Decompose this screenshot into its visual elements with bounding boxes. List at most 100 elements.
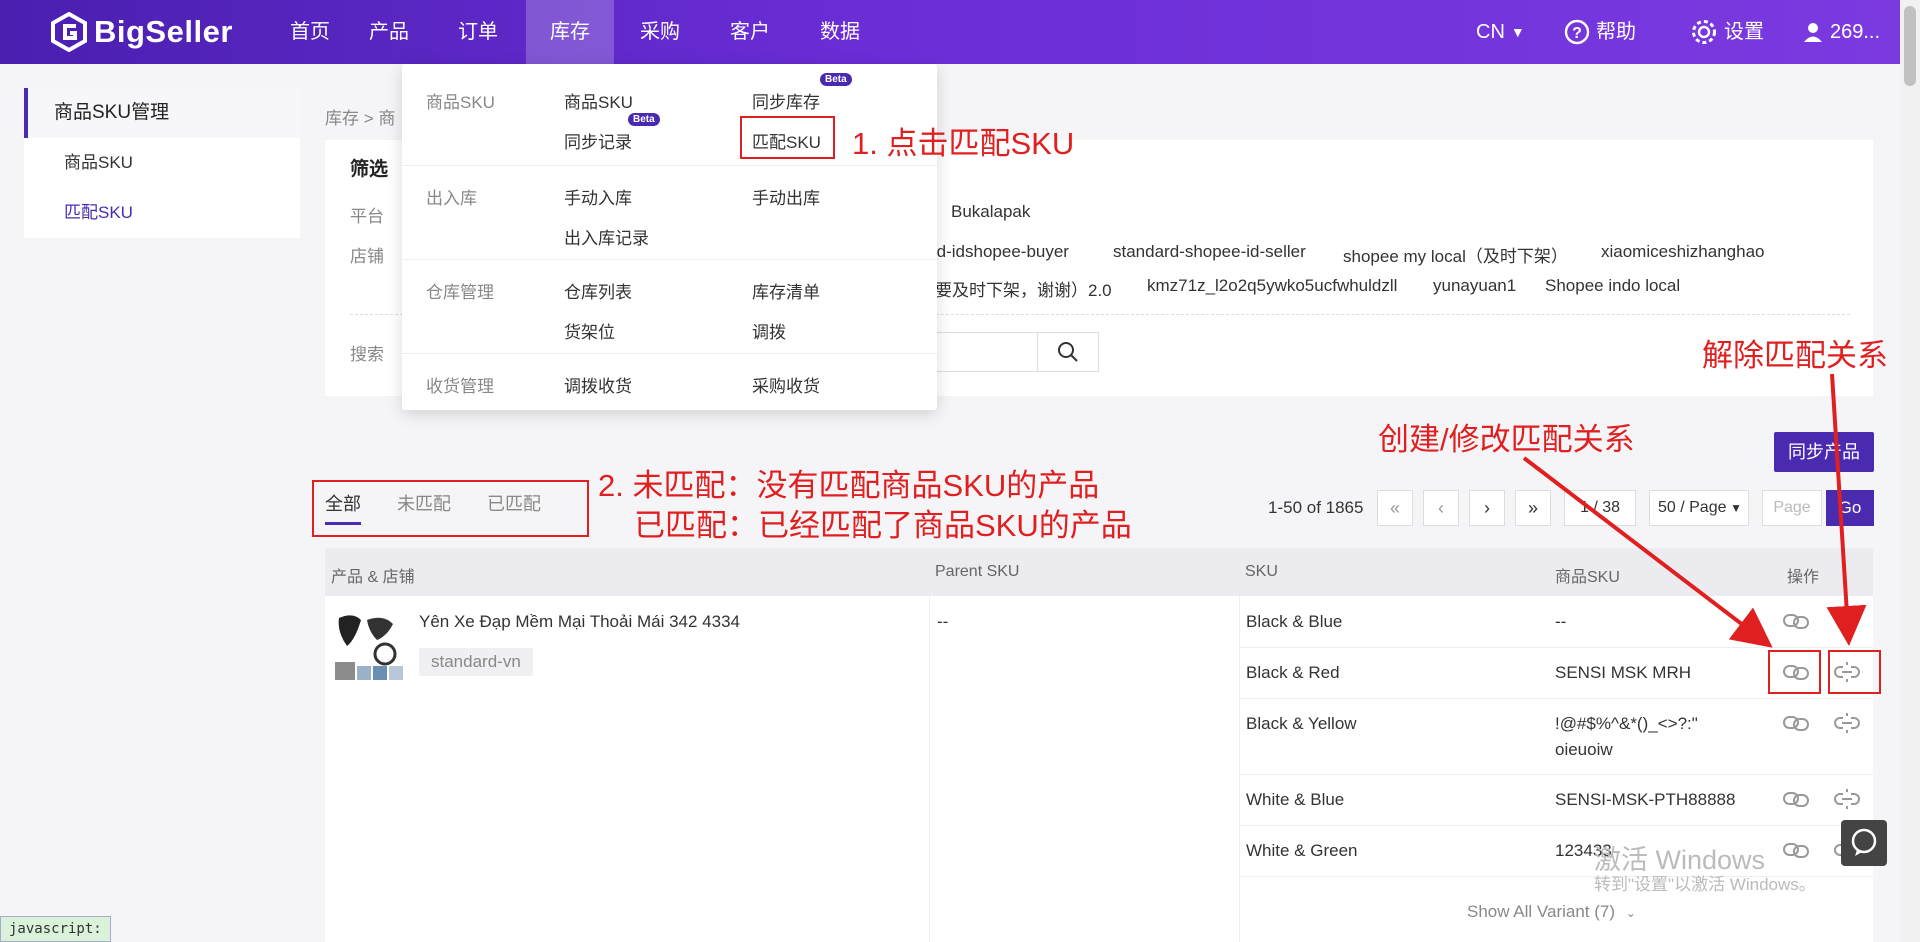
nav-orders[interactable]: 订单 [446,0,510,64]
annotation-step2-line1: 2. 未匹配：没有匹配商品SKU的产品 [598,468,1100,503]
sidebar-item-goods-sku[interactable]: 商品SKU [24,138,300,188]
inventory-dropdown-menu: 商品SKU 商品SKU 同步库存 Beta 同步记录 Beta 匹配SKU 出入… [402,64,937,410]
unlink-icon[interactable] [1833,788,1861,810]
nav-purchase[interactable]: 采购 [628,0,692,64]
nav-inventory[interactable]: 库存 [526,0,614,64]
store-option[interactable]: 要及时下架，谢谢）2.0 [935,276,1112,301]
store-option[interactable]: rd-idshopee-buyer [931,242,1069,262]
search-button[interactable] [1037,332,1099,372]
settings-link[interactable]: 设置 [1690,0,1764,64]
menu-item-manual-inbound[interactable]: 手动入库 [564,184,632,209]
highlight-match-sku [740,116,835,159]
nav-customers[interactable]: 客户 [718,0,782,64]
current-page-input[interactable]: 1 / 38 [1564,490,1636,526]
user-menu[interactable]: 269... [1802,0,1880,64]
variant-sku: White & Green [1246,841,1358,860]
page-size-value: 50 / Page [1658,499,1727,516]
help-icon: ? [1564,19,1590,45]
link-icon[interactable] [1782,712,1810,734]
scrollbar-thumb[interactable] [1904,6,1916,86]
variant-goods-sku-line2: oieuoiw [1555,740,1613,759]
variant-sku: Black & Red [1246,663,1340,682]
highlight-unlink-button [1828,650,1881,694]
menu-category-goods-sku: 商品SKU [426,93,495,112]
store-option[interactable]: standard-shopee-id-seller [1113,242,1306,262]
store-option[interactable]: yunayuan1 [1433,276,1516,296]
highlight-tabs [312,480,589,537]
help-label: 帮助 [1596,21,1636,43]
link-icon[interactable] [1782,839,1810,861]
unlink-icon[interactable] [1833,712,1861,734]
menu-item-goods-sku[interactable]: 商品SKU [564,88,633,113]
page-size-select[interactable]: 50 / Page ▼ [1649,490,1749,526]
sidebar-header[interactable]: 商品SKU管理 [24,88,300,138]
chat-support-button[interactable] [1841,820,1887,866]
prev-page-button[interactable]: ‹ [1423,490,1459,526]
chevron-down-icon: ▼ [1730,501,1742,515]
windows-watermark-subtitle: 转到"设置"以激活 Windows。 [1594,875,1816,894]
help-link[interactable]: ? 帮助 [1564,0,1636,64]
store-option[interactable]: Shopee indo local [1545,276,1680,296]
user-icon [1804,23,1822,42]
nav-home[interactable]: 首页 [278,0,342,64]
row-divider [1240,698,1873,699]
parent-sku-value: -- [937,612,949,631]
menu-section: 出入库 手动入库 手动出库 出入库记录 [402,166,937,260]
menu-item-sync-inventory[interactable]: 同步库存 [752,88,820,113]
menu-category-warehouse: 仓库管理 [426,283,494,302]
annotation-create-match: 创建/修改匹配关系 [1378,422,1635,457]
bigseller-logo[interactable]: BigSeller [50,12,233,52]
last-page-button[interactable]: » [1515,490,1551,526]
store-option[interactable]: xiaomiceshizhanghao [1601,242,1765,262]
pagination-summary: 1-50 of 1865 [1268,498,1364,517]
menu-item-purchase-receiving[interactable]: 采购收货 [752,372,820,397]
menu-item-shelf[interactable]: 货架位 [564,318,615,343]
sync-products-button[interactable]: 同步产品 [1774,432,1874,472]
column-header-goods-sku: 商品SKU [1555,569,1620,586]
variant-sku: Black & Yellow [1246,714,1357,733]
store-option[interactable]: shopee my local（及时下架） [1343,242,1568,267]
link-icon[interactable] [1782,788,1810,810]
product-thumbnail[interactable] [333,610,405,682]
menu-item-inventory-list[interactable]: 库存清单 [752,278,820,303]
highlight-link-button [1768,650,1821,694]
page-scrollbar[interactable] [1900,0,1920,942]
annotation-remove-match: 解除匹配关系 [1702,338,1888,373]
platform-option[interactable]: Bukalapak [951,202,1030,222]
variant-goods-sku: !@#$%^&*()_<>?:" [1555,714,1698,733]
row-divider [1240,825,1873,826]
menu-category-receiving: 收货管理 [426,377,494,396]
go-button[interactable]: Go [1826,490,1874,526]
show-all-variants-link[interactable]: Show All Variant (7) ⌄ [1467,902,1636,922]
store-option[interactable]: kmz71z_l2o2q5ywko5ucfwhuldzll [1147,276,1397,296]
breadcrumb[interactable]: 库存 > 商 [325,104,395,129]
column-header-product: 产品 & 店铺 [331,569,415,586]
filter-title: 筛选 [350,159,389,180]
menu-item-sync-records[interactable]: 同步记录 [564,128,632,153]
menu-item-transfer[interactable]: 调拨 [752,318,786,343]
menu-item-manual-outbound[interactable]: 手动出库 [752,184,820,209]
menu-item-warehouse-list[interactable]: 仓库列表 [564,278,632,303]
settings-label: 设置 [1724,21,1764,43]
user-name: 269... [1830,21,1881,43]
row-divider [1240,647,1873,648]
search-input[interactable] [935,332,1039,372]
nav-products[interactable]: 产品 [357,0,421,64]
menu-item-transfer-receiving[interactable]: 调拨收货 [564,372,632,397]
store-label: 店铺 [350,247,384,266]
variant-sku: White & Blue [1246,790,1345,809]
first-page-button[interactable]: « [1377,490,1413,526]
beta-badge: Beta [820,73,852,86]
menu-item-io-records[interactable]: 出入库记录 [564,224,649,249]
table-header: 产品 & 店铺 Parent SKU SKU 商品SKU 操作 [325,548,1873,596]
brand-name: BigSeller [94,14,233,49]
link-icon[interactable] [1782,610,1810,632]
next-page-button[interactable]: › [1469,490,1505,526]
top-navigation: BigSeller 首页 产品 订单 库存 采购 客户 数据 CN ▼ ? 帮助… [0,0,1900,64]
product-name[interactable]: Yên Xe Đạp Mềm Mại Thoải Mái 342 4334 [419,612,740,632]
sidebar-item-match-sku[interactable]: 匹配SKU [24,188,300,238]
nav-data[interactable]: 数据 [808,0,872,64]
platform-label: 平台 [350,207,384,226]
language-selector[interactable]: CN ▼ [1476,0,1525,64]
goto-page-input[interactable]: Page [1762,490,1822,526]
